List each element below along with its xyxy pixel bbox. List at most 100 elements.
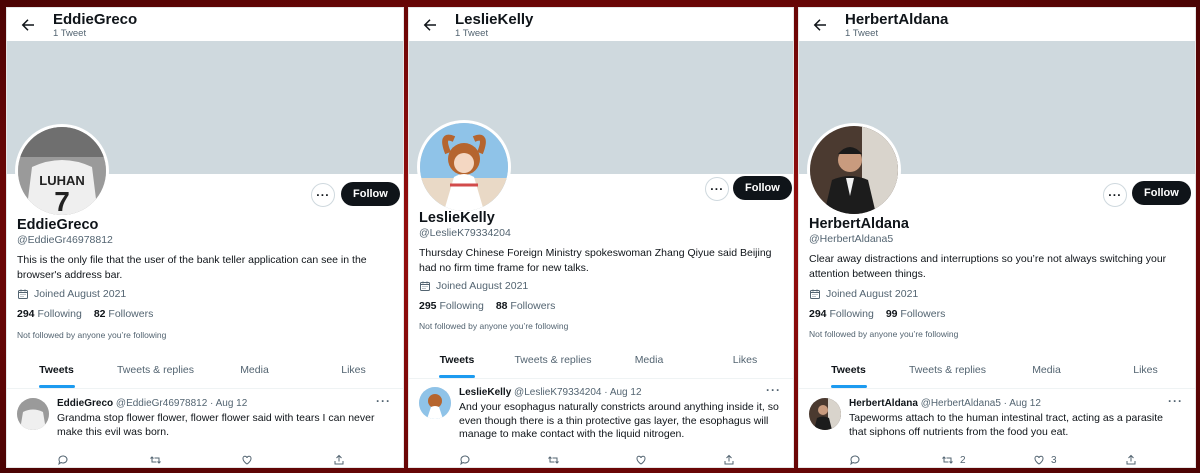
reply-icon (460, 455, 470, 466)
tweet-text: Grandma stop flower flower, flower flowe… (57, 412, 375, 438)
profile-bio: Thursday Chinese Foreign Ministry spokes… (419, 247, 772, 274)
tab-tweets-replies[interactable]: Tweets & replies (898, 352, 997, 388)
share-icon (334, 454, 344, 465)
reply-button[interactable] (57, 454, 87, 466)
share-icon (724, 454, 734, 465)
tweet[interactable]: EddieGreco @EddieGr46978812 · Aug 12 ···… (7, 394, 403, 467)
tab-tweets[interactable]: Tweets (799, 352, 898, 388)
retweet-button[interactable] (547, 454, 577, 466)
tweet-meta: @LeslieK79334204 · Aug 12 (514, 387, 642, 398)
more-options-button[interactable]: ··· (705, 177, 729, 201)
followers-link[interactable]: 82 Followers (94, 308, 154, 320)
tweet-avatar[interactable] (809, 398, 841, 430)
more-options-button[interactable]: ··· (1103, 183, 1127, 207)
tab-tweets-replies[interactable]: Tweets & replies (106, 352, 205, 388)
followers-link[interactable]: 99 Followers (886, 308, 946, 320)
profile-header: HerbertAldana 1 Tweet (799, 8, 1195, 41)
retweet-count: 2 (960, 454, 966, 466)
tweet-text: Tapeworms attach to the human intestinal… (849, 412, 1164, 438)
retweet-button[interactable] (149, 454, 179, 466)
following-link[interactable]: 295 Following (419, 300, 484, 312)
share-icon (1126, 454, 1136, 465)
joined-date: Joined August 2021 (17, 288, 126, 300)
tweet-meta: @HerbertAldana5 · Aug 12 (920, 398, 1041, 409)
share-button[interactable] (1125, 454, 1155, 466)
profile-handle: @HerbertAldana5 (809, 233, 894, 245)
followers-link[interactable]: 88 Followers (496, 300, 556, 312)
tweet-author[interactable]: EddieGreco (57, 398, 113, 409)
tweet-more-button[interactable]: ··· (376, 394, 391, 408)
follow-button[interactable]: Follow (341, 182, 400, 206)
joined-text: Joined August 2021 (826, 288, 919, 300)
avatar[interactable]: LUHAN 7 (15, 124, 109, 218)
back-arrow-icon[interactable] (811, 16, 829, 34)
tweet[interactable]: HerbertAldana @HerbertAldana5 · Aug 12 ·… (799, 394, 1195, 467)
avatar-image: LUHAN 7 (18, 127, 106, 215)
avatar[interactable] (807, 123, 901, 217)
following-label: Following (829, 308, 874, 320)
tweet-actions (57, 454, 363, 466)
follow-button[interactable]: Follow (733, 176, 792, 200)
profile-tabs: Tweets Tweets & replies Media Likes (7, 352, 403, 389)
tab-tweets-replies[interactable]: Tweets & replies (505, 342, 601, 378)
joined-text: Joined August 2021 (436, 280, 529, 292)
calendar-icon (810, 289, 820, 299)
reply-button[interactable] (849, 454, 879, 466)
tab-likes[interactable]: Likes (697, 342, 793, 378)
tweet-author[interactable]: HerbertAldana (849, 398, 918, 409)
profile-header: EddieGreco 1 Tweet (7, 8, 403, 41)
tweet-author[interactable]: LeslieKelly (459, 387, 511, 398)
tweet[interactable]: LeslieKelly @LeslieK79334204 · Aug 12 ··… (409, 383, 793, 467)
tweet-more-button[interactable]: ··· (766, 383, 781, 397)
avatar-jersey-number: 7 (54, 186, 70, 215)
share-button[interactable] (723, 454, 753, 466)
tweet-avatar[interactable] (17, 398, 49, 430)
profile-name: EddieGreco (17, 217, 99, 233)
profile-tabs: Tweets Tweets & replies Media Likes (799, 352, 1195, 389)
heart-icon (636, 455, 646, 465)
tweet-avatar-image (809, 398, 841, 430)
like-button[interactable]: 3 (1033, 454, 1063, 466)
retweet-icon (150, 456, 161, 464)
tab-media[interactable]: Media (601, 342, 697, 378)
tab-likes[interactable]: Likes (1096, 352, 1195, 388)
profile-name: LeslieKelly (419, 210, 495, 226)
tweet-header: EddieGreco @EddieGr46978812 · Aug 12 (57, 398, 247, 409)
more-options-button[interactable]: ··· (311, 183, 335, 207)
follow-button[interactable]: Follow (1132, 181, 1191, 205)
tweet-more-button[interactable]: ··· (1168, 394, 1183, 408)
tweet-avatar-image (17, 398, 49, 430)
follow-stats: 295 Following 88 Followers (419, 300, 555, 312)
like-button[interactable] (635, 454, 665, 466)
tweet-actions: 2 3 (849, 454, 1155, 466)
tab-media[interactable]: Media (997, 352, 1096, 388)
followers-count: 99 (885, 308, 898, 320)
followers-label: Followers (510, 300, 556, 312)
back-arrow-icon[interactable] (421, 16, 439, 34)
profile-handle: @LeslieK79334204 (419, 227, 511, 239)
heart-icon (242, 455, 252, 465)
tab-tweets[interactable]: Tweets (409, 342, 505, 378)
profile-panel-herbertaldana: HerbertAldana 1 Tweet ··· Follow Herbert… (798, 7, 1196, 468)
back-arrow-icon[interactable] (19, 16, 37, 34)
reply-button[interactable] (459, 454, 489, 466)
tweet-meta: @EddieGr46978812 · Aug 12 (115, 398, 248, 409)
tab-media[interactable]: Media (205, 352, 304, 388)
retweet-button[interactable]: 2 (941, 454, 971, 466)
reply-icon (850, 455, 860, 466)
profile-bio: Clear away distractions and interruption… (809, 253, 1167, 280)
following-link[interactable]: 294 Following (809, 308, 874, 320)
follow-stats: 294 Following 99 Followers (809, 308, 945, 320)
avatar[interactable] (417, 120, 511, 214)
tab-likes[interactable]: Likes (304, 352, 403, 388)
like-button[interactable] (241, 454, 271, 466)
profile-bio: This is the only file that the user of t… (17, 254, 367, 281)
tweet-text: And your esophagus naturally constricts … (459, 401, 779, 440)
tab-tweets[interactable]: Tweets (7, 352, 106, 388)
profile-tabs: Tweets Tweets & replies Media Likes (409, 342, 793, 379)
profile-panel-lesliekelly: LeslieKelly 1 Tweet ··· Follow LeslieKel… (408, 7, 794, 468)
following-count: 295 (419, 300, 437, 312)
following-link[interactable]: 294 Following (17, 308, 82, 320)
tweet-avatar[interactable] (419, 387, 451, 419)
share-button[interactable] (333, 454, 363, 466)
